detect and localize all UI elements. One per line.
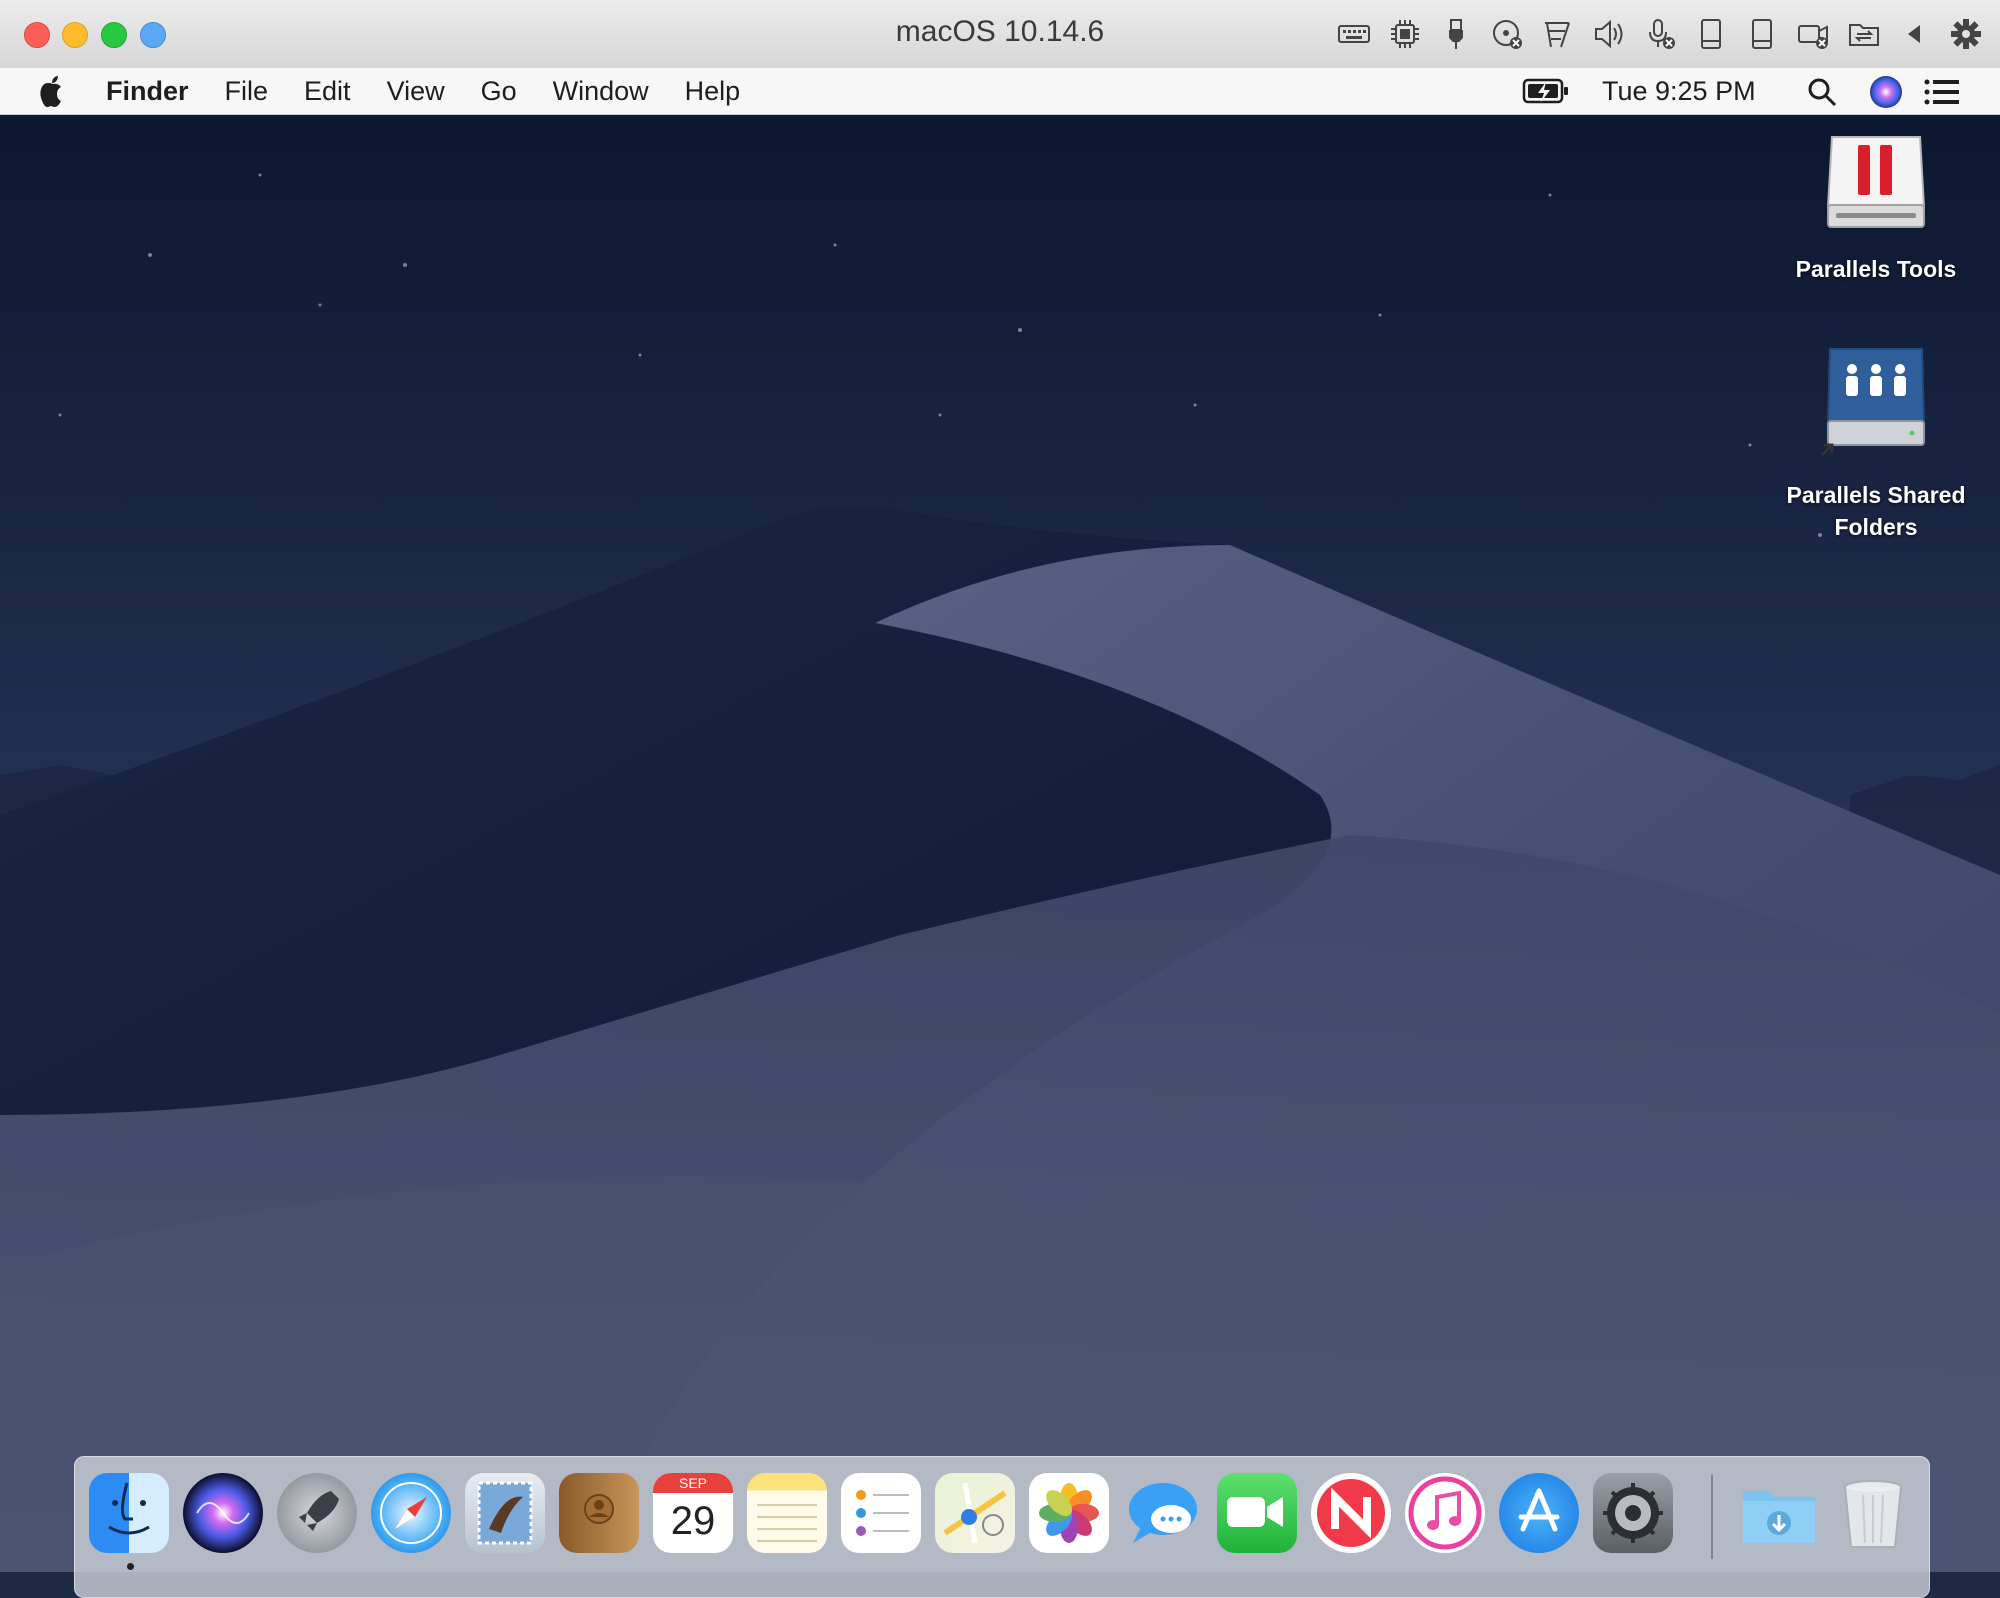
dock: SEP 29 [74, 1456, 1930, 1598]
dock-app-mail[interactable] [465, 1473, 545, 1553]
siri-icon[interactable] [1870, 76, 1902, 108]
contacts-book-icon [584, 1494, 614, 1524]
menu-clock[interactable]: Tue 9:25 PM [1602, 68, 1756, 114]
facetime-camera-icon [1227, 1497, 1283, 1527]
dock-app-facetime[interactable] [1217, 1473, 1297, 1553]
dock-separator [1711, 1475, 1713, 1559]
hard-disk-2-icon[interactable] [1742, 14, 1782, 54]
menu-view[interactable]: View [387, 76, 445, 107]
notification-center-icon[interactable] [1924, 78, 1960, 106]
rocket-icon [299, 1491, 339, 1531]
dock-app-maps[interactable] [935, 1473, 1015, 1553]
downloads-folder-icon [1743, 1491, 1815, 1543]
music-note-icon [1408, 1476, 1482, 1550]
camera-disabled-icon[interactable] [1793, 14, 1833, 54]
finder-icon [108, 1482, 150, 1535]
mojave-dark-wallpaper [0, 115, 2000, 1572]
messages-bubble-icon [1129, 1483, 1197, 1543]
dock-app-reminders[interactable] [841, 1473, 921, 1553]
maps-icon [943, 1482, 1007, 1544]
desktop-icon-parallels-tools[interactable]: Parallels Tools [1766, 129, 1986, 285]
shared-folder-icon[interactable] [1844, 14, 1884, 54]
vm-toolbar [1323, 14, 1986, 54]
menu-help[interactable]: Help [685, 76, 741, 107]
apple-menu-icon[interactable] [38, 74, 68, 108]
menu-bar: Finder File Edit View Go Window Help Tue… [0, 68, 2000, 115]
desktop-icon-label: Parallels Tools [1795, 256, 1957, 282]
dock-app-news[interactable] [1311, 1473, 1391, 1553]
microphone-disabled-icon[interactable] [1640, 14, 1680, 54]
gear-icon[interactable] [1946, 14, 1986, 54]
photos-flower-icon [1039, 1483, 1099, 1543]
menu-edit[interactable]: Edit [304, 76, 351, 107]
dock-app-finder[interactable] [89, 1473, 169, 1553]
parallels-tools-disk-icon [1826, 136, 1926, 228]
spotlight-search-icon[interactable] [1806, 76, 1838, 108]
dock-app-safari[interactable] [371, 1473, 451, 1553]
desktop-icon-parallels-shared-folders[interactable]: Parallels Shared Folders [1766, 347, 1986, 543]
dock-downloads-folder[interactable] [1739, 1473, 1819, 1553]
menu-window[interactable]: Window [553, 76, 649, 107]
app-store-icon [1518, 1488, 1560, 1532]
hard-disk-icon[interactable] [1691, 14, 1731, 54]
menu-items: Finder File Edit View Go Window Help [106, 68, 776, 114]
keyboard-icon[interactable] [1334, 14, 1374, 54]
gear-icon [1603, 1483, 1663, 1543]
vm-window-titlebar: macOS 10.14.6 [0, 0, 2000, 69]
dock-app-siri[interactable] [183, 1473, 263, 1553]
compass-icon [380, 1482, 442, 1544]
desktop-icon-label: Parallels Shared Folders [1786, 482, 1966, 540]
sound-icon[interactable] [1589, 14, 1629, 54]
desktop: Parallels Tools Parallels Shared Folders [0, 115, 2000, 1572]
dock-app-launchpad[interactable] [277, 1473, 357, 1553]
usb-icon[interactable] [1436, 14, 1476, 54]
dock-app-photos[interactable] [1029, 1473, 1109, 1553]
dock-app-messages[interactable] [1123, 1473, 1203, 1553]
notes-icon [757, 1504, 817, 1542]
news-icon [1317, 1479, 1385, 1547]
menu-app-finder[interactable]: Finder [106, 76, 189, 107]
dock-app-system-preferences[interactable] [1593, 1473, 1673, 1553]
reminders-list-icon [856, 1490, 909, 1536]
cpu-icon[interactable] [1385, 14, 1425, 54]
trash-icon [1844, 1480, 1902, 1548]
dock-app-contacts[interactable] [559, 1473, 639, 1553]
menu-go[interactable]: Go [481, 76, 517, 107]
calendar-day: 29 [670, 1499, 716, 1543]
battery-charging-icon[interactable] [1522, 76, 1570, 106]
mail-stamp-icon [477, 1481, 533, 1545]
dock-app-app-store[interactable] [1499, 1473, 1579, 1553]
dock-app-notes[interactable] [747, 1473, 827, 1553]
dock-trash[interactable] [1833, 1473, 1913, 1553]
dock-app-itunes[interactable] [1405, 1473, 1485, 1553]
menu-file[interactable]: File [225, 76, 269, 107]
running-indicator [127, 1563, 134, 1570]
dock-app-calendar[interactable]: SEP 29 [653, 1473, 733, 1553]
network-disabled-icon[interactable] [1538, 14, 1578, 54]
back-arrow-icon[interactable] [1895, 14, 1935, 54]
calendar-month: SEP [653, 1473, 733, 1493]
cd-disabled-icon[interactable] [1487, 14, 1527, 54]
shared-folders-drive-icon [1820, 348, 1926, 457]
siri-icon [196, 1502, 250, 1524]
